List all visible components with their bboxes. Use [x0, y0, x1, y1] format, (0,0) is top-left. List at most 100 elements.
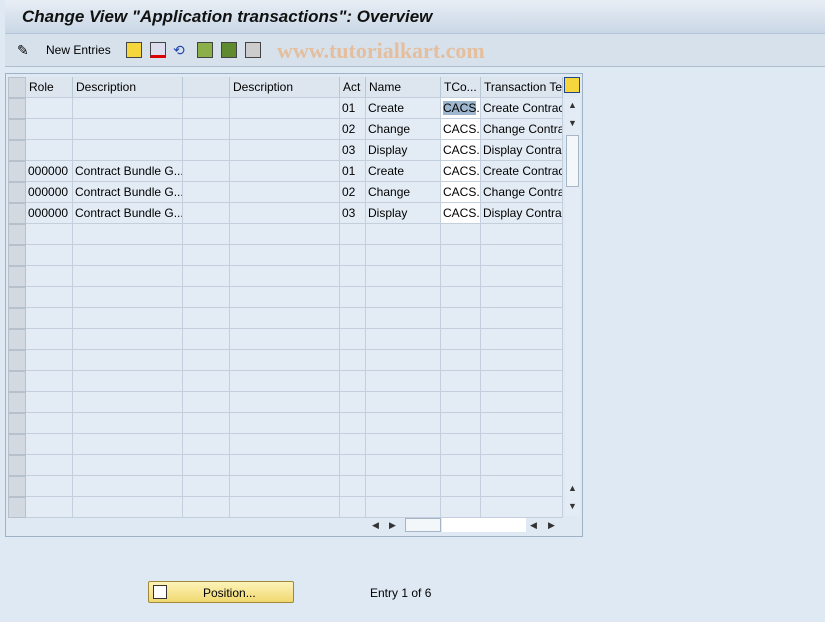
- table-cell[interactable]: Create Contrac: [481, 161, 563, 182]
- table-cell[interactable]: Contract Bundle G...: [73, 161, 183, 182]
- row-selector[interactable]: [8, 329, 26, 350]
- table-cell[interactable]: 01: [340, 161, 366, 182]
- horizontal-scrollbar[interactable]: ◀ ▶ ◀ ▶: [366, 516, 566, 534]
- row-selector[interactable]: [8, 140, 26, 161]
- table-cell[interactable]: Display Contrac: [481, 203, 563, 224]
- select-all-corner[interactable]: [8, 77, 26, 98]
- copy-icon[interactable]: [126, 42, 142, 58]
- table-cell[interactable]: [73, 98, 183, 119]
- table-cell[interactable]: Contract Bundle G...: [73, 203, 183, 224]
- scroll-thumb[interactable]: [405, 518, 441, 532]
- vertical-scrollbar[interactable]: ▲ ▼ ▲ ▼: [565, 97, 580, 516]
- select-all-icon[interactable]: [197, 42, 213, 58]
- table-cell[interactable]: Change: [366, 119, 441, 140]
- column-header[interactable]: Act: [340, 77, 366, 98]
- table-cell[interactable]: [230, 182, 340, 203]
- row-selector[interactable]: [8, 497, 26, 518]
- table-cell[interactable]: Create: [366, 161, 441, 182]
- scroll-right-icon[interactable]: ▶: [548, 520, 555, 531]
- table-cell[interactable]: [230, 203, 340, 224]
- table-cell[interactable]: Change Contra: [481, 182, 563, 203]
- scroll-down-icon[interactable]: ▼: [568, 501, 577, 511]
- table-cell[interactable]: Change Contra: [481, 119, 563, 140]
- column-header[interactable]: Description: [230, 77, 340, 98]
- scroll-left-icon[interactable]: ◀: [530, 520, 537, 531]
- scroll-up-icon[interactable]: ▲: [568, 100, 577, 110]
- table-cell[interactable]: 02: [340, 119, 366, 140]
- row-selector[interactable]: [8, 119, 26, 140]
- new-entries-button[interactable]: New Entries: [46, 43, 111, 60]
- table-cell[interactable]: 02: [340, 182, 366, 203]
- edit-glasses-icon[interactable]: ✎: [17, 42, 29, 59]
- scroll-left-icon[interactable]: ◀: [372, 520, 379, 531]
- deselect-all-icon[interactable]: [245, 42, 261, 58]
- position-button[interactable]: Position...: [148, 581, 294, 603]
- table-cell[interactable]: Display: [366, 203, 441, 224]
- scroll-down-icon[interactable]: ▼: [568, 118, 577, 128]
- table-cell[interactable]: [73, 119, 183, 140]
- row-selector[interactable]: [8, 350, 26, 371]
- row-selector[interactable]: [8, 413, 26, 434]
- table-cell[interactable]: CACS...: [441, 161, 481, 182]
- row-selector[interactable]: [8, 476, 26, 497]
- scroll-track[interactable]: [442, 518, 526, 532]
- row-selector[interactable]: [8, 287, 26, 308]
- scroll-up-icon[interactable]: ▲: [568, 483, 577, 493]
- table-cell[interactable]: [73, 140, 183, 161]
- table-cell[interactable]: [183, 98, 230, 119]
- table-cell[interactable]: 000000: [26, 182, 73, 203]
- column-header[interactable]: Name: [366, 77, 441, 98]
- table-cell[interactable]: Change: [366, 182, 441, 203]
- column-settings-icon[interactable]: [564, 77, 580, 93]
- table-cell[interactable]: [26, 140, 73, 161]
- scroll-right-icon[interactable]: ▶: [389, 520, 396, 531]
- table-cell[interactable]: Contract Bundle G...: [73, 182, 183, 203]
- row-selector[interactable]: [8, 455, 26, 476]
- row-selector[interactable]: [8, 308, 26, 329]
- row-selector[interactable]: [8, 161, 26, 182]
- table-cell[interactable]: Display: [366, 140, 441, 161]
- table-cell[interactable]: [26, 119, 73, 140]
- table-cell[interactable]: 03: [340, 203, 366, 224]
- table-cell[interactable]: 000000: [26, 161, 73, 182]
- column-header[interactable]: Transaction Te: [481, 77, 563, 98]
- scroll-thumb[interactable]: [566, 135, 579, 187]
- row-selector[interactable]: [8, 392, 26, 413]
- table-cell[interactable]: Create: [366, 98, 441, 119]
- undo-icon[interactable]: ⟲: [173, 42, 185, 59]
- row-selector[interactable]: [8, 266, 26, 287]
- table-cell[interactable]: Create Contrac: [481, 98, 563, 119]
- table-cell[interactable]: [230, 98, 340, 119]
- table-cell[interactable]: CACS...: [441, 119, 481, 140]
- column-header[interactable]: [183, 77, 230, 98]
- table-cell[interactable]: [230, 119, 340, 140]
- table-cell[interactable]: [230, 140, 340, 161]
- table-cell[interactable]: CACS...: [441, 140, 481, 161]
- row-selector[interactable]: [8, 203, 26, 224]
- column-header[interactable]: TCo...: [441, 77, 481, 98]
- table-cell[interactable]: CACS...: [441, 203, 481, 224]
- row-selector[interactable]: [8, 224, 26, 245]
- row-selector[interactable]: [8, 434, 26, 455]
- row-selector[interactable]: [8, 182, 26, 203]
- row-selector[interactable]: [8, 98, 26, 119]
- table-cell[interactable]: [183, 182, 230, 203]
- delete-icon[interactable]: [150, 42, 166, 58]
- table-cell[interactable]: CACS...: [441, 98, 481, 119]
- table-cell[interactable]: [183, 119, 230, 140]
- table-cell[interactable]: 000000: [26, 203, 73, 224]
- table-cell[interactable]: 01: [340, 98, 366, 119]
- row-selector[interactable]: [8, 371, 26, 392]
- row-selector[interactable]: [8, 245, 26, 266]
- table-cell[interactable]: [183, 140, 230, 161]
- table-cell[interactable]: [183, 161, 230, 182]
- table-cell[interactable]: Display Contrac: [481, 140, 563, 161]
- table-cell[interactable]: [183, 203, 230, 224]
- select-block-icon[interactable]: [221, 42, 237, 58]
- table-cell[interactable]: CACS...: [441, 182, 481, 203]
- table-cell[interactable]: [26, 98, 73, 119]
- table-cell[interactable]: 03: [340, 140, 366, 161]
- table-cell[interactable]: [230, 161, 340, 182]
- column-header[interactable]: Description: [73, 77, 183, 98]
- column-header[interactable]: Role: [26, 77, 73, 98]
